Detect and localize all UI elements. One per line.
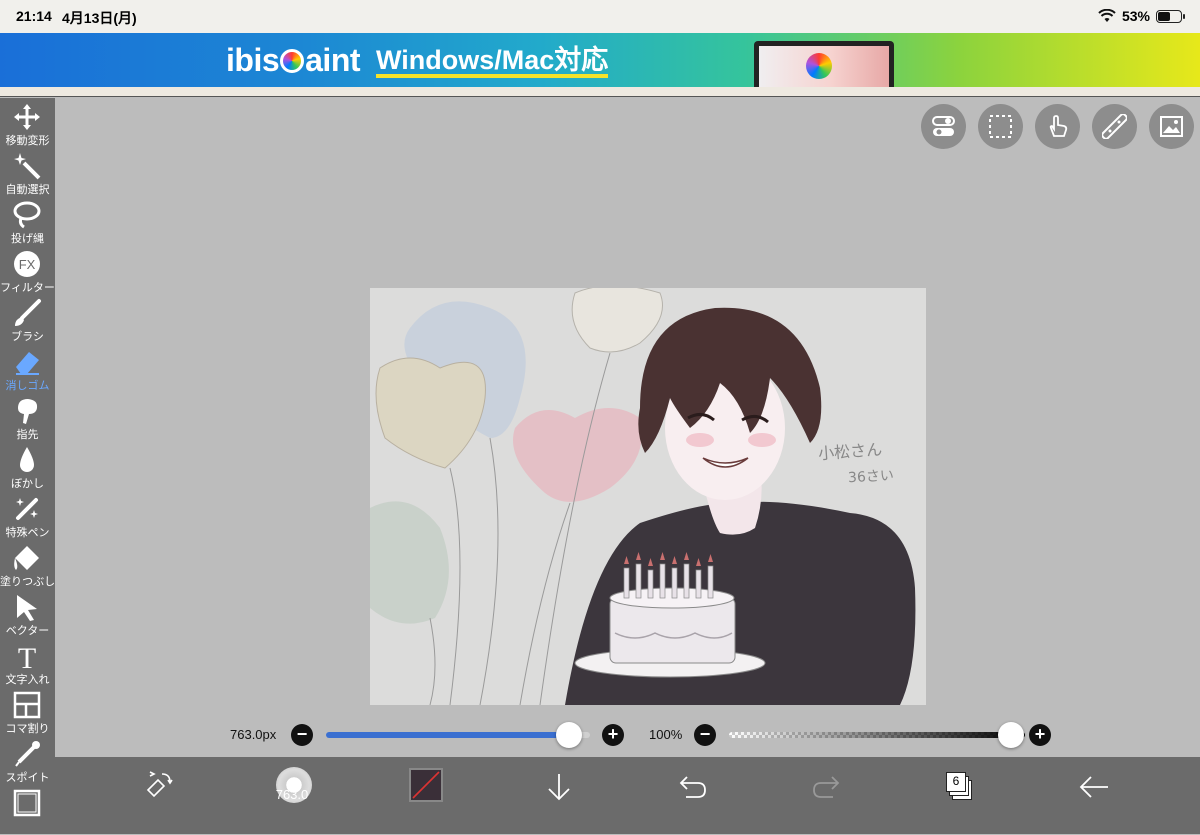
status-bar: 21:14 4月13日(月) 53% xyxy=(0,0,1200,33)
size-slider-knob[interactable] xyxy=(556,722,582,748)
eraser-icon xyxy=(16,352,39,375)
banner-slogan: Windows/Mac対応 xyxy=(376,46,609,78)
opacity-decrease-button[interactable]: − xyxy=(694,724,716,746)
size-increase-button[interactable]: + xyxy=(602,724,624,746)
lasso-icon xyxy=(13,201,41,229)
opacity-slider-knob[interactable] xyxy=(998,722,1024,748)
down-arrow-icon[interactable] xyxy=(545,772,573,802)
ruler-button[interactable] xyxy=(1092,104,1137,149)
image-button[interactable] xyxy=(1149,104,1194,149)
undo-icon[interactable] xyxy=(678,774,708,800)
layer-count: 6 xyxy=(952,774,960,788)
size-decrease-button[interactable]: − xyxy=(291,724,313,746)
tool-lasso[interactable]: 投げ縄 xyxy=(0,198,55,247)
ad-banner[interactable]: ibis aint Windows/Mac対応 xyxy=(0,33,1200,87)
vector-icon xyxy=(17,595,37,621)
brush-size-value: 763.0 xyxy=(275,787,309,802)
canvas-frame-icon xyxy=(13,789,41,817)
image-icon xyxy=(1160,116,1183,137)
special-pen-icon xyxy=(16,498,38,520)
handwritten-age: 36さい xyxy=(847,467,895,487)
blur-icon xyxy=(20,447,34,472)
svg-text:FX: FX xyxy=(19,257,36,272)
fill-bucket-icon xyxy=(14,546,39,570)
redo-icon[interactable] xyxy=(811,774,841,800)
ibispaint-logo: ibis aint xyxy=(226,42,361,78)
tool-move-transform[interactable]: 移動変形 xyxy=(0,100,55,149)
tool-canvas[interactable] xyxy=(0,786,55,835)
date: 4月13日(月) xyxy=(62,10,137,26)
opacity-slider-track[interactable] xyxy=(729,732,1025,738)
move-transform-icon xyxy=(14,104,40,130)
magic-wand-icon xyxy=(14,153,41,180)
brush-size-label: 763.0px xyxy=(230,727,277,742)
selection-button[interactable] xyxy=(978,104,1023,149)
brush-icon xyxy=(15,299,41,326)
selection-icon xyxy=(989,115,1012,138)
tool-smudge[interactable]: 指先 xyxy=(0,394,55,443)
color-wheel-icon xyxy=(280,49,305,73)
artwork xyxy=(370,288,916,705)
clock: 21:14 xyxy=(16,8,52,24)
opacity-label: 100% xyxy=(649,727,683,742)
ruler-icon xyxy=(1102,114,1127,139)
handwritten-name: 小松さん xyxy=(817,439,883,464)
toggle-button[interactable] xyxy=(921,104,966,149)
size-slider-fill xyxy=(326,732,569,738)
bottom-bar xyxy=(55,757,1200,834)
tool-text[interactable]: T 文字入れ xyxy=(0,639,55,688)
frame-divider-icon xyxy=(13,691,41,719)
smudge-icon xyxy=(18,399,38,424)
opacity-increase-button[interactable]: + xyxy=(1029,724,1051,746)
hand-icon xyxy=(1049,115,1068,137)
tool-eyedropper[interactable]: スポイト xyxy=(0,737,55,786)
tool-fill[interactable]: 塗りつぶし xyxy=(0,541,55,590)
tool-filter[interactable]: FX フィルター xyxy=(0,247,55,296)
banner-divider xyxy=(0,87,1200,97)
drawing-canvas[interactable]: 小松さん 36さい xyxy=(370,288,926,705)
swap-tool-icon[interactable] xyxy=(144,768,176,800)
text-icon: T xyxy=(18,642,36,671)
eyedropper-icon xyxy=(15,741,40,767)
tool-special-pen[interactable]: 特殊ペン xyxy=(0,492,55,541)
battery-icon xyxy=(1156,9,1185,23)
svg-text:T: T xyxy=(18,642,36,671)
battery-percent: 53% xyxy=(1121,8,1150,24)
tool-eraser[interactable]: 消しゴム xyxy=(0,345,55,394)
layers-button[interactable]: 6 xyxy=(946,772,972,800)
tool-brush[interactable]: ブラシ xyxy=(0,296,55,345)
wifi-icon xyxy=(1098,9,1116,22)
color-swatch-icon[interactable] xyxy=(409,768,443,802)
fx-icon: FX xyxy=(14,251,40,277)
tool-blur[interactable]: ぼかし xyxy=(0,443,55,492)
back-arrow-icon[interactable] xyxy=(1078,773,1110,801)
status-right: 53% xyxy=(1098,8,1185,24)
tool-sidebar: 移動変形 自動選択 投げ縄 FX フィルター ブラシ 消しゴム 指先 ぼかし 特… xyxy=(0,98,55,834)
hand-button[interactable] xyxy=(1035,104,1080,149)
toggle-icon xyxy=(932,116,955,136)
banner-device-image xyxy=(754,41,894,87)
tool-magic-wand[interactable]: 自動選択 xyxy=(0,149,55,198)
tool-frame-divider[interactable]: コマ割り xyxy=(0,688,55,737)
tool-vector[interactable]: ベクター xyxy=(0,590,55,639)
